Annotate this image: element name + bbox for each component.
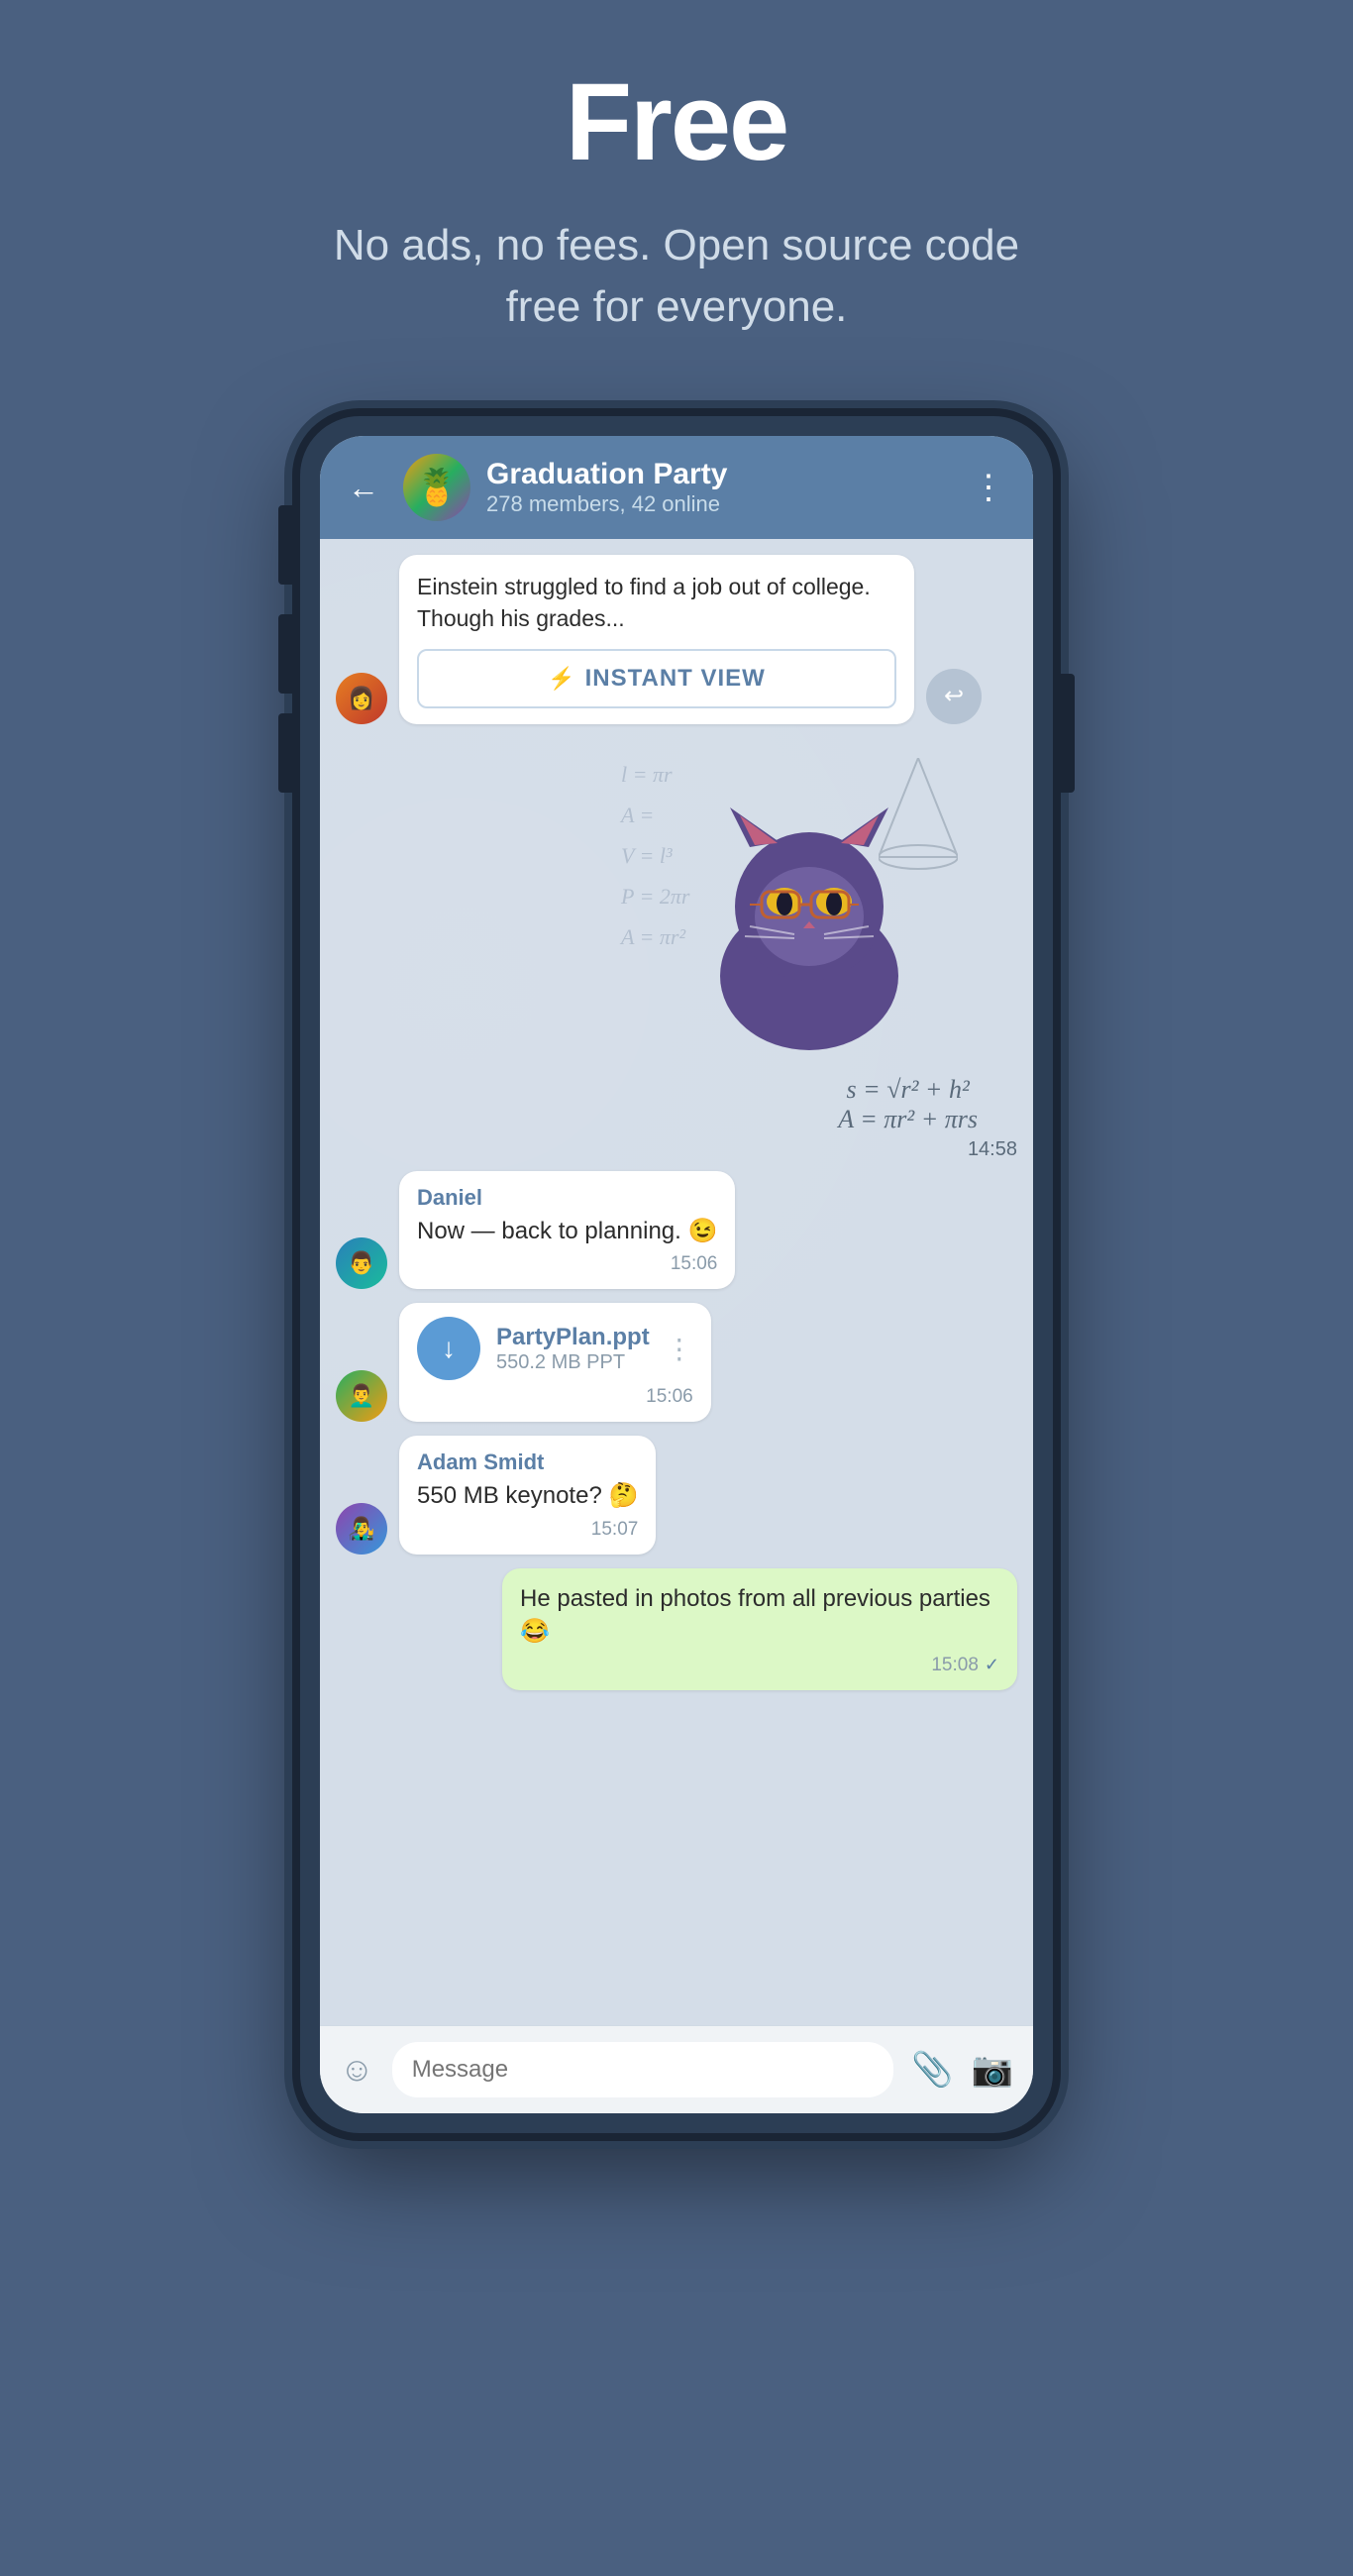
message-bubble: Daniel Now — back to planning. 😉 15:06: [399, 1171, 735, 1290]
lightning-icon: ⚡: [548, 666, 574, 692]
avatar: 👨‍🦱: [336, 1370, 387, 1422]
article-bubble: Einstein struggled to find a job out of …: [399, 555, 914, 723]
message-input-bar: ☺ 📎 📷: [320, 2025, 1033, 2113]
hero-title: Free: [566, 59, 787, 185]
chat-group-name: Graduation Party: [486, 458, 948, 491]
back-button[interactable]: ←: [340, 470, 387, 506]
chat-body: 👩 Einstein struggled to find a job out o…: [320, 539, 1033, 2025]
message-meta: 15:06: [417, 1253, 717, 1275]
instant-view-label: INSTANT VIEW: [585, 665, 766, 693]
avatar: 👨‍🎤: [336, 1503, 387, 1555]
message-sender: Daniel: [417, 1185, 717, 1211]
message-text: He pasted in photos from all previous pa…: [520, 1582, 999, 1649]
forward-button[interactable]: ↩: [926, 669, 982, 724]
chat-header: ← 🍍 Graduation Party 278 members, 42 onl…: [320, 436, 1033, 539]
emoji-button[interactable]: ☺: [340, 2051, 374, 2090]
file-info: PartyPlan.ppt 550.2 MB PPT: [496, 1324, 650, 1374]
more-options-button[interactable]: ⋮: [964, 468, 1013, 507]
sticker-time: 14:58: [968, 1138, 1017, 1161]
message-text: 550 MB keynote? 🤔: [417, 1479, 638, 1513]
avatar: 👨: [336, 1237, 387, 1289]
chat-info: Graduation Party 278 members, 42 online: [486, 458, 948, 517]
sticker-area: l = πr A = V = l³ P = 2πr A = πr²: [601, 738, 1017, 1115]
table-row: 👨‍🎤 Adam Smidt 550 MB keynote? 🤔 15:07: [336, 1436, 1017, 1555]
file-meta: 15:06: [417, 1386, 693, 1408]
message-time: 15:08: [931, 1655, 979, 1676]
table-row: 👨 Daniel Now — back to planning. 😉 15:06: [336, 1171, 1017, 1290]
avatar-emoji: 🍍: [415, 467, 460, 508]
message-check-icon: ✓: [985, 1655, 999, 1675]
article-content: Einstein struggled to find a job out of …: [399, 555, 914, 723]
attach-button[interactable]: 📎: [911, 2050, 953, 2090]
file-time: 15:06: [646, 1386, 693, 1408]
message-input[interactable]: [392, 2042, 894, 2097]
table-row: 👨‍🦱 ↓ PartyPlan.ppt 550.2 MB PPT ⋮ 15:06: [336, 1303, 1017, 1422]
file-row: ↓ PartyPlan.ppt 550.2 MB PPT ⋮: [417, 1317, 693, 1380]
chat-group-avatar: 🍍: [403, 454, 470, 521]
message-sender: Adam Smidt: [417, 1449, 638, 1475]
article-preview-text: Einstein struggled to find a job out of …: [417, 571, 896, 634]
message-meta: 15:08 ✓: [520, 1655, 999, 1676]
camera-button[interactable]: 📷: [972, 2050, 1013, 2090]
message-bubble: Adam Smidt 550 MB keynote? 🤔 15:07: [399, 1436, 656, 1555]
file-bubble: ↓ PartyPlan.ppt 550.2 MB PPT ⋮ 15:06: [399, 1303, 711, 1422]
avatar: 👩: [336, 673, 387, 724]
hero-subtitle: No ads, no fees. Open source code free f…: [305, 215, 1048, 337]
phone-screen: ← 🍍 Graduation Party 278 members, 42 onl…: [320, 436, 1033, 2113]
file-name: PartyPlan.ppt: [496, 1324, 650, 1351]
file-size: 550.2 MB PPT: [496, 1351, 650, 1374]
message-meta: 15:07: [417, 1519, 638, 1541]
message-text: Now — back to planning. 😉: [417, 1215, 717, 1248]
cone-decoration: [879, 758, 958, 877]
chat-group-status: 278 members, 42 online: [486, 491, 948, 517]
table-row: 👩 Einstein struggled to find a job out o…: [336, 555, 1017, 723]
phone-mockup: ← 🍍 Graduation Party 278 members, 42 onl…: [300, 416, 1053, 2133]
own-message-bubble: He pasted in photos from all previous pa…: [502, 1568, 1017, 1690]
file-more-button[interactable]: ⋮: [666, 1333, 693, 1365]
download-icon[interactable]: ↓: [417, 1317, 480, 1380]
sticker-message: l = πr A = V = l³ P = 2πr A = πr²: [336, 738, 1017, 1161]
table-row: He pasted in photos from all previous pa…: [336, 1568, 1017, 1690]
message-time: 15:06: [671, 1253, 718, 1275]
message-time: 15:07: [591, 1519, 639, 1541]
instant-view-button[interactable]: ⚡ INSTANT VIEW: [417, 649, 896, 708]
